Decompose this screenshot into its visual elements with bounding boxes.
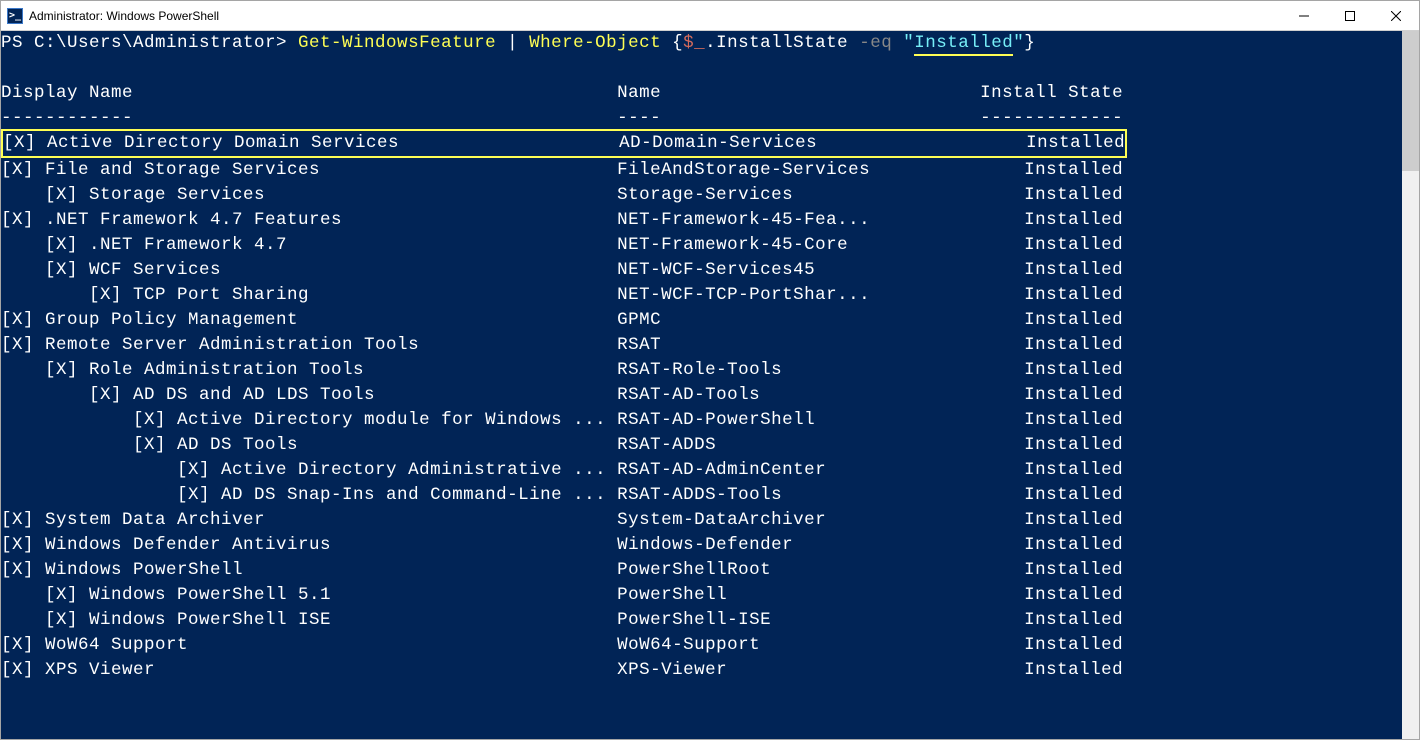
feature-row: [X] Windows PowerShell ISE PowerShell-IS…	[1, 608, 1402, 633]
blank-line	[1, 56, 1402, 81]
feature-row: [X] AD DS Tools RSAT-ADDS Installed	[1, 433, 1402, 458]
feature-row: [X] Role Administration Tools RSAT-Role-…	[1, 358, 1402, 383]
window-title: Administrator: Windows PowerShell	[29, 9, 219, 23]
feature-row: [X] Active Directory Administrative ... …	[1, 458, 1402, 483]
powershell-app-icon: >_	[7, 8, 23, 24]
column-dashes: ------------ ---- -------------	[1, 106, 1402, 131]
feature-row: [X] WoW64 Support WoW64-Support Installe…	[1, 633, 1402, 658]
feature-row: [X] Windows Defender Antivirus Windows-D…	[1, 533, 1402, 558]
close-button[interactable]	[1373, 1, 1419, 30]
feature-row: [X] AD DS Snap-Ins and Command-Line ... …	[1, 483, 1402, 508]
feature-row: [X] File and Storage Services FileAndSto…	[1, 158, 1402, 183]
feature-row: [X] XPS Viewer XPS-Viewer Installed	[1, 658, 1402, 683]
terminal-area: PS C:\Users\Administrator> Get-WindowsFe…	[1, 31, 1419, 739]
feature-row: [X] System Data Archiver System-DataArch…	[1, 508, 1402, 533]
scrollbar-thumb[interactable]	[1402, 31, 1419, 171]
terminal-output[interactable]: PS C:\Users\Administrator> Get-WindowsFe…	[1, 31, 1402, 739]
feature-rows: [X] Active Directory Domain Services AD-…	[1, 131, 1402, 683]
minimize-button[interactable]	[1281, 1, 1327, 30]
feature-row: [X] Storage Services Storage-Services In…	[1, 183, 1402, 208]
feature-row: [X] Active Directory Domain Services AD-…	[1, 131, 1402, 158]
command-line: PS C:\Users\Administrator> Get-WindowsFe…	[1, 31, 1402, 56]
vertical-scrollbar[interactable]	[1402, 31, 1419, 739]
feature-row: [X] Group Policy Management GPMC Install…	[1, 308, 1402, 333]
window-controls	[1281, 1, 1419, 30]
feature-row: [X] WCF Services NET-WCF-Services45 Inst…	[1, 258, 1402, 283]
column-headers: Display Name Name Install State	[1, 81, 1402, 106]
feature-row: [X] Active Directory module for Windows …	[1, 408, 1402, 433]
close-icon	[1391, 11, 1401, 21]
feature-row: [X] Windows PowerShell PowerShellRoot In…	[1, 558, 1402, 583]
feature-row: [X] Windows PowerShell 5.1 PowerShell In…	[1, 583, 1402, 608]
maximize-button[interactable]	[1327, 1, 1373, 30]
feature-row: [X] .NET Framework 4.7 Features NET-Fram…	[1, 208, 1402, 233]
title-bar[interactable]: >_ Administrator: Windows PowerShell	[1, 1, 1419, 31]
minimize-icon	[1299, 11, 1309, 21]
maximize-icon	[1345, 11, 1355, 21]
feature-row: [X] TCP Port Sharing NET-WCF-TCP-PortSha…	[1, 283, 1402, 308]
feature-row: [X] .NET Framework 4.7 NET-Framework-45-…	[1, 233, 1402, 258]
feature-row: [X] Remote Server Administration Tools R…	[1, 333, 1402, 358]
powershell-window: >_ Administrator: Windows PowerShell PS …	[0, 0, 1420, 740]
feature-row: [X] AD DS and AD LDS Tools RSAT-AD-Tools…	[1, 383, 1402, 408]
